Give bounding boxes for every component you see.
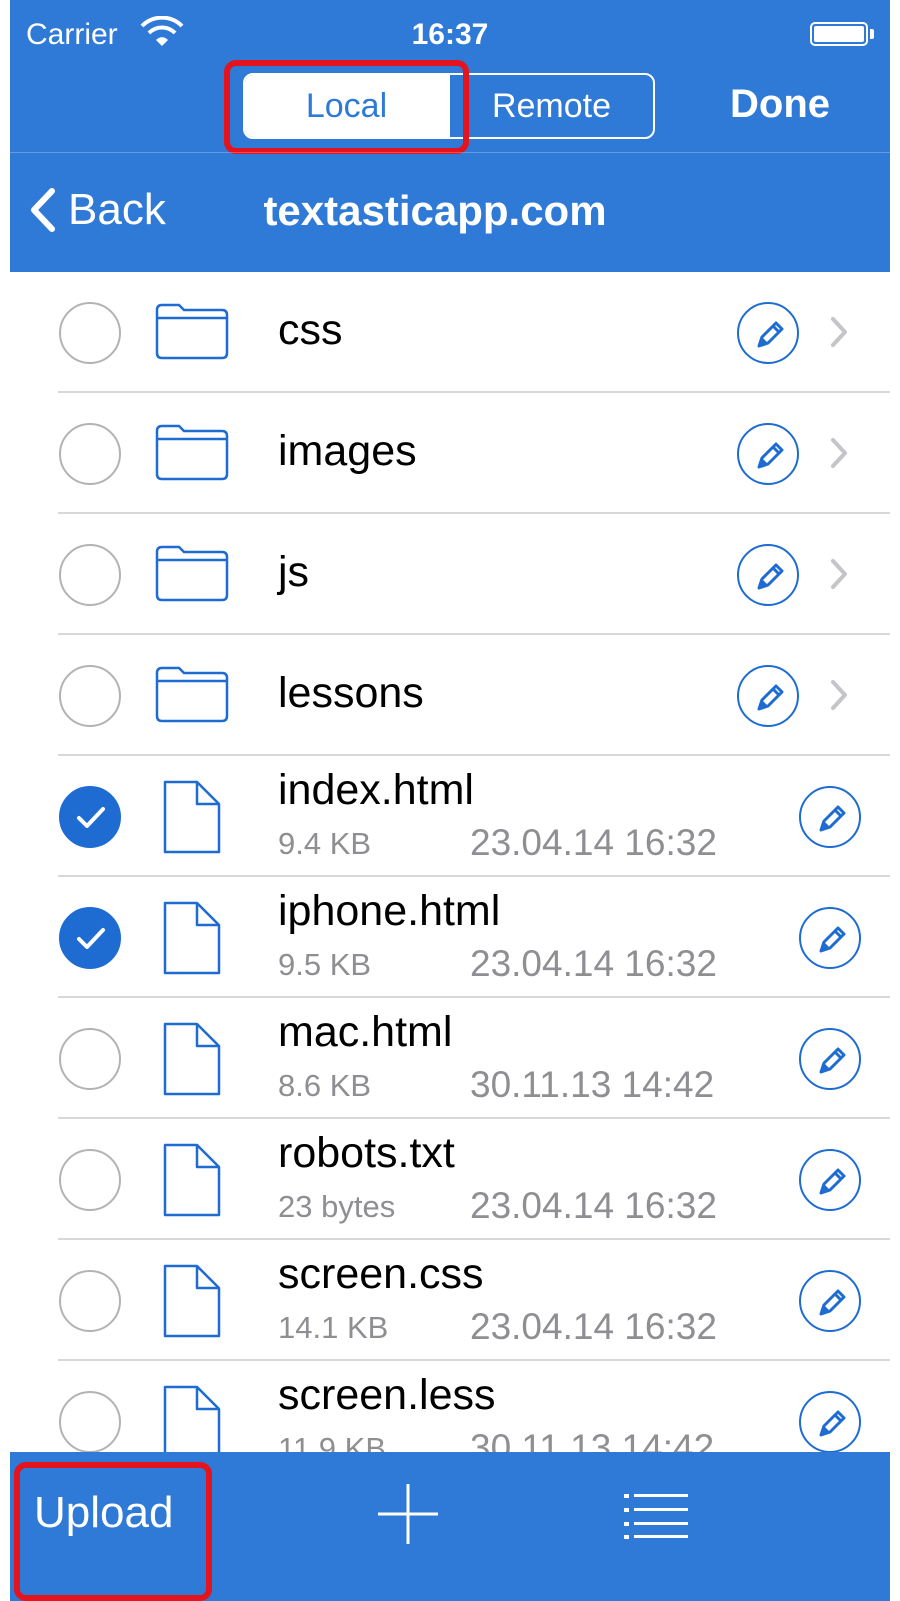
checked-circle-icon[interactable] [59, 786, 121, 848]
highlight-frame-local [224, 60, 469, 154]
chevron-right-icon[interactable] [830, 679, 848, 716]
file-row[interactable]: robots.txt 23 bytes 23.04.14 16:32 [10, 1119, 890, 1240]
file-date: 23.04.14 16:32 [470, 1185, 717, 1226]
file-list: css images js lessons index.html 9.4 KB 23.04.… [10, 272, 890, 1482]
file-row[interactable]: index.html 9.4 KB 23.04.14 16:32 [10, 756, 890, 877]
file-row[interactable]: mac.html 8.6 KB 30.11.13 14:42 [10, 998, 890, 1119]
item-name: images [278, 427, 417, 475]
folder-row[interactable]: lessons [10, 635, 890, 756]
file-date: 23.04.14 16:32 [470, 943, 717, 984]
page-title: textasticapp.com [263, 187, 607, 234]
select-circle[interactable] [59, 423, 121, 485]
file-size: 14.1 KB [278, 1310, 389, 1345]
item-name: screen.css [278, 1250, 484, 1298]
item-name: robots.txt [278, 1129, 455, 1177]
chevron-right-icon[interactable] [830, 558, 848, 595]
file-icon [163, 1022, 221, 1101]
select-circle[interactable] [59, 1391, 121, 1453]
file-icon [163, 901, 221, 980]
checked-circle-icon[interactable] [59, 907, 121, 969]
segment-remote[interactable]: Remote [448, 75, 653, 137]
list-icon[interactable] [624, 1492, 688, 1540]
item-name: lessons [278, 669, 424, 717]
edit-pencil-icon[interactable] [799, 1149, 861, 1211]
edit-pencil-icon[interactable] [799, 1391, 861, 1453]
edit-pencil-icon[interactable] [737, 302, 799, 364]
header-bar: Carrier 16:37 Local Remote Done Back tex… [10, 0, 890, 272]
file-size: 9.4 KB [278, 826, 372, 861]
battery-tip [870, 29, 874, 39]
bottom-toolbar: Upload [10, 1452, 890, 1601]
edit-pencil-icon[interactable] [737, 423, 799, 485]
folder-icon [155, 423, 229, 486]
edit-pencil-icon[interactable] [799, 786, 861, 848]
select-circle[interactable] [59, 1270, 121, 1332]
item-name: screen.less [278, 1371, 496, 1419]
file-row[interactable]: iphone.html 9.5 KB 23.04.14 16:32 [10, 877, 890, 998]
edit-pencil-icon[interactable] [737, 665, 799, 727]
chevron-right-icon[interactable] [830, 316, 848, 353]
edit-pencil-icon[interactable] [799, 1028, 861, 1090]
done-button[interactable]: Done [730, 82, 830, 127]
phone-screen: Carrier 16:37 Local Remote Done Back tex… [10, 0, 890, 1601]
folder-icon [155, 302, 229, 365]
status-time: 16:37 [411, 18, 489, 51]
item-name: mac.html [278, 1008, 453, 1056]
edit-pencil-icon[interactable] [799, 907, 861, 969]
folder-icon [155, 544, 229, 607]
file-size: 23 bytes [278, 1189, 396, 1224]
file-date: 30.11.13 14:42 [470, 1064, 715, 1105]
file-date: 23.04.14 16:32 [470, 822, 717, 863]
folder-row[interactable]: js [10, 514, 890, 635]
folder-icon [155, 665, 229, 728]
file-icon [163, 780, 221, 859]
item-name: js [278, 548, 310, 596]
highlight-frame-upload [14, 1462, 212, 1601]
select-circle[interactable] [59, 544, 121, 606]
folder-row[interactable]: css [10, 272, 890, 393]
select-circle[interactable] [59, 665, 121, 727]
item-name: css [278, 306, 343, 354]
navigation-bar: Back textasticapp.com [10, 152, 890, 272]
file-icon [163, 1143, 221, 1222]
file-row[interactable]: screen.css 14.1 KB 23.04.14 16:32 [10, 1240, 890, 1361]
folder-row[interactable]: images [10, 393, 890, 514]
edit-pencil-icon[interactable] [737, 544, 799, 606]
battery-icon [810, 22, 868, 46]
item-name: index.html [278, 766, 474, 814]
select-circle[interactable] [59, 1149, 121, 1211]
chevron-right-icon[interactable] [830, 437, 848, 474]
add-icon[interactable] [376, 1482, 440, 1546]
edit-pencil-icon[interactable] [799, 1270, 861, 1332]
file-icon [163, 1264, 221, 1343]
file-date: 23.04.14 16:32 [470, 1306, 717, 1347]
file-size: 9.5 KB [278, 947, 372, 982]
item-name: iphone.html [278, 887, 501, 935]
file-size: 8.6 KB [278, 1068, 372, 1103]
select-circle[interactable] [59, 302, 121, 364]
select-circle[interactable] [59, 1028, 121, 1090]
